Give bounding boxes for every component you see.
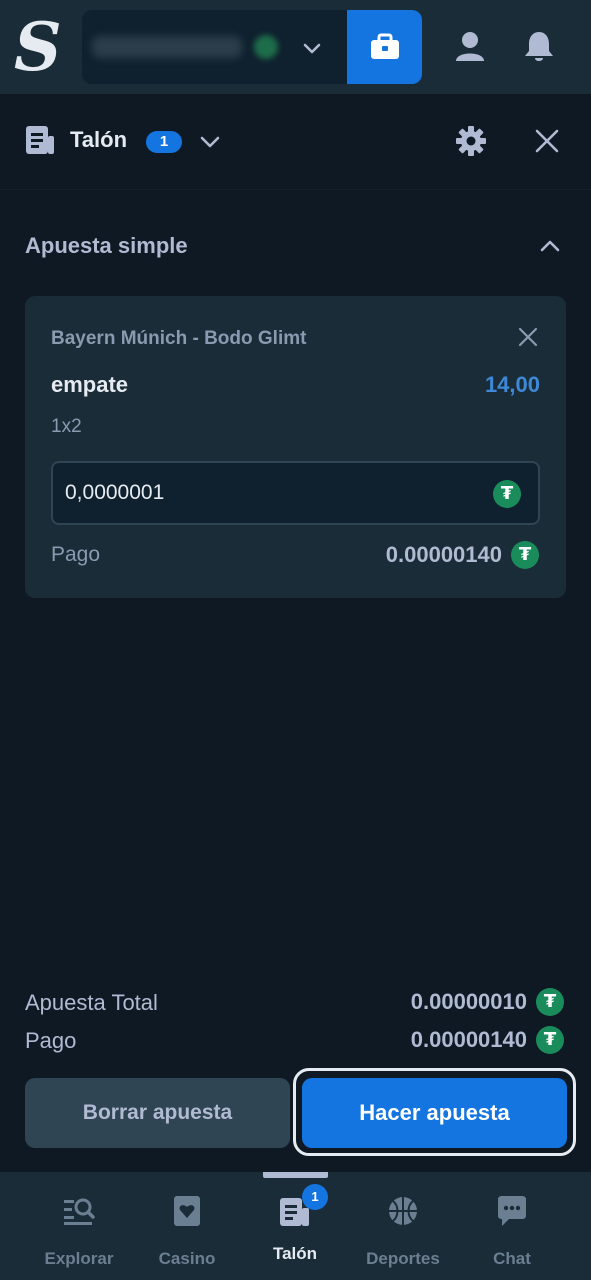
chat-icon (498, 1196, 526, 1226)
nav-label: Casino (158, 1249, 216, 1268)
logo[interactable]: S (14, 14, 62, 80)
tether-icon: ₮ (511, 541, 539, 569)
section-title[interactable]: Apuesta simple (25, 233, 188, 259)
nav-label: Talón (272, 1244, 318, 1263)
currency-icon (254, 35, 278, 59)
stake-input[interactable]: 0,0000001 ₮ (51, 461, 540, 525)
payout-label: Pago (51, 543, 101, 566)
user-button[interactable] (450, 26, 490, 66)
bottom-nav: Explorar Casino 1 Talón Deportes Chat (0, 1172, 591, 1280)
close-icon[interactable] (530, 124, 564, 158)
betslip-count-badge: 1 (302, 1184, 328, 1210)
betslip-title: Talón (70, 127, 128, 152)
nav-item-sports[interactable]: Deportes (353, 1194, 453, 1274)
nav-item-betslip[interactable]: 1 Talón (245, 1184, 345, 1274)
tether-icon: ₮ (536, 1026, 564, 1054)
bet-odds: 14,00 (484, 372, 540, 397)
active-nav-indicator (263, 1172, 328, 1178)
bet-selection: empate (51, 372, 129, 397)
total-stake-label: Apuesta Total (25, 990, 158, 1015)
remove-bet-icon[interactable] (517, 326, 539, 348)
cards-icon (174, 1196, 200, 1226)
nav-item-casino[interactable]: Casino (137, 1194, 237, 1274)
betslip-nav-icon-wrap: 1 (278, 1184, 328, 1228)
total-stake-value: 0.00000010 (410, 989, 527, 1014)
nav-item-chat[interactable]: Chat (462, 1194, 562, 1274)
clear-bets-button[interactable]: Borrar apuesta (25, 1078, 290, 1148)
tether-icon: ₮ (493, 480, 521, 508)
user-icon (456, 32, 484, 61)
wallet-icon (370, 33, 399, 59)
balance-selector[interactable] (82, 10, 347, 84)
nav-item-explore[interactable]: Explorar (29, 1194, 129, 1274)
top-bar: S (0, 0, 591, 94)
betslip-count-badge: 1 (146, 131, 182, 153)
balance-amount-blurred (92, 36, 242, 58)
gear-icon[interactable] (454, 124, 488, 158)
place-bet-button[interactable]: Hacer apuesta (302, 1078, 567, 1148)
wallet-button[interactable] (347, 10, 422, 84)
explore-icon (64, 1198, 95, 1225)
notifications-button[interactable] (519, 26, 559, 66)
bet-card: Bayern Múnich - Bodo Glimt empate 14,00 … (25, 296, 566, 598)
basketball-icon (389, 1197, 417, 1225)
stake-value[interactable]: 0,0000001 (65, 481, 164, 505)
total-payout-label: Pago (25, 1028, 77, 1053)
betslip-header: Talón 1 (0, 94, 591, 190)
betslip-icon (26, 126, 54, 154)
match-name[interactable]: Bayern Múnich - Bodo Glimt (51, 328, 306, 350)
chevron-down-icon (303, 43, 321, 54)
bell-icon (525, 32, 553, 61)
chevron-up-icon[interactable] (536, 234, 564, 258)
bet-market: 1x2 (51, 416, 82, 437)
chevron-down-icon[interactable] (198, 130, 222, 154)
nav-label: Deportes (366, 1249, 440, 1268)
total-payout-value: 0.00000140 (410, 1027, 527, 1052)
nav-label: Explorar (44, 1249, 114, 1268)
nav-label: Chat (493, 1249, 531, 1268)
tether-icon: ₮ (536, 988, 564, 1016)
payout-value: 0.00000140 (385, 542, 502, 567)
